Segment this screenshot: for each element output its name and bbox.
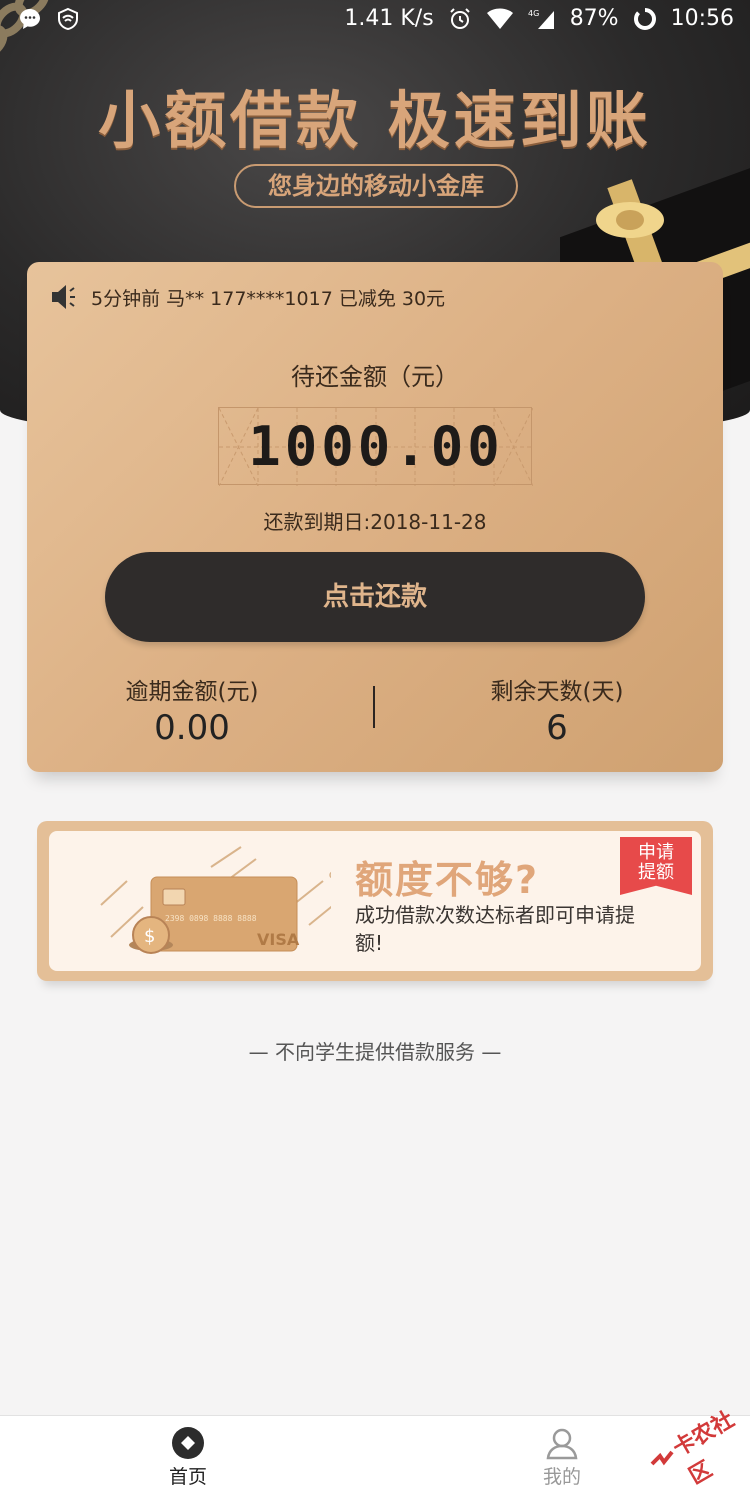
tab-home-label: 首页 (168, 1466, 207, 1488)
signal-icon: 4G (528, 9, 554, 29)
wifi-icon (486, 8, 513, 29)
badge-line-1: 申请 (638, 842, 674, 863)
svg-text:2398 0898 8888 8888: 2398 0898 8888 8888 (165, 914, 257, 923)
hero-headline: 小额借款 极速到账 (98, 84, 652, 157)
amount-display: 1000.00 (218, 407, 533, 486)
overdue-label: 逾期金额(元) (125, 679, 259, 705)
overdue-stat: 逾期金额(元) 0.00 (82, 672, 302, 748)
repayment-card: 5分钟前 马** 177****1017 已减免 30元 待还金额（元） 100… (27, 262, 723, 772)
hero-tagline: 您身边的移动小金库 (234, 164, 518, 208)
network-speed: 1.41 K/s (344, 6, 434, 31)
credit-card-illustration: 2398 0898 8888 8888 VISA $ (100, 846, 331, 954)
battery-percent: 87% (569, 6, 619, 31)
overdue-value: 0.00 (154, 708, 230, 748)
shield-icon (58, 7, 78, 31)
alarm-icon (449, 7, 470, 29)
user-icon (546, 1428, 578, 1460)
repay-button[interactable]: 点击还款 (105, 552, 645, 642)
due-date: 还款到期日:2018-11-28 (263, 510, 487, 534)
status-bar: 1.41 K/s 4G 87% 10:56 (0, 0, 750, 42)
notice-ticker: 5分钟前 马** 177****1017 已减免 30元 (49, 282, 445, 312)
svg-text:4G: 4G (528, 9, 539, 18)
chat-icon (20, 9, 40, 29)
credit-increase-banner[interactable]: 2398 0898 8888 8888 VISA $ 额度不够? 成功借款次数达… (37, 821, 713, 981)
bottom-tab-bar: 首页 我的 (0, 1415, 750, 1500)
badge-line-2: 提额 (638, 862, 674, 883)
home-icon (172, 1427, 204, 1459)
stat-divider (373, 686, 375, 728)
tab-home[interactable]: 首页 (128, 1426, 248, 1489)
svg-text:VISA: VISA (257, 930, 300, 949)
notice-text: 5分钟前 马** 177****1017 已减免 30元 (91, 287, 446, 310)
speaker-icon (52, 285, 75, 309)
amount-value: 1000.00 (248, 415, 504, 478)
remaining-days-stat: 剩余天数(天) 6 (447, 672, 667, 748)
remaining-days-value: 6 (546, 708, 568, 748)
apply-increase-badge[interactable]: 申请 提额 (620, 837, 692, 895)
amount-label: 待还金额（元） (291, 363, 459, 391)
promo-description: 成功借款次数达标者即可申请提额! (355, 903, 635, 955)
svg-text:$: $ (144, 926, 155, 947)
tab-me[interactable]: 我的 (502, 1426, 622, 1489)
student-disclaimer: — 不向学生提供借款服务 — (248, 1040, 502, 1064)
battery-ring-icon (633, 7, 656, 30)
banner-inner: 2398 0898 8888 8888 VISA $ 额度不够? 成功借款次数达… (49, 831, 701, 971)
promo-title: 额度不够? (355, 858, 540, 902)
remaining-days-label: 剩余天数(天) (490, 679, 624, 705)
tab-me-label: 我的 (542, 1466, 581, 1488)
clock: 10:56 (670, 6, 734, 31)
